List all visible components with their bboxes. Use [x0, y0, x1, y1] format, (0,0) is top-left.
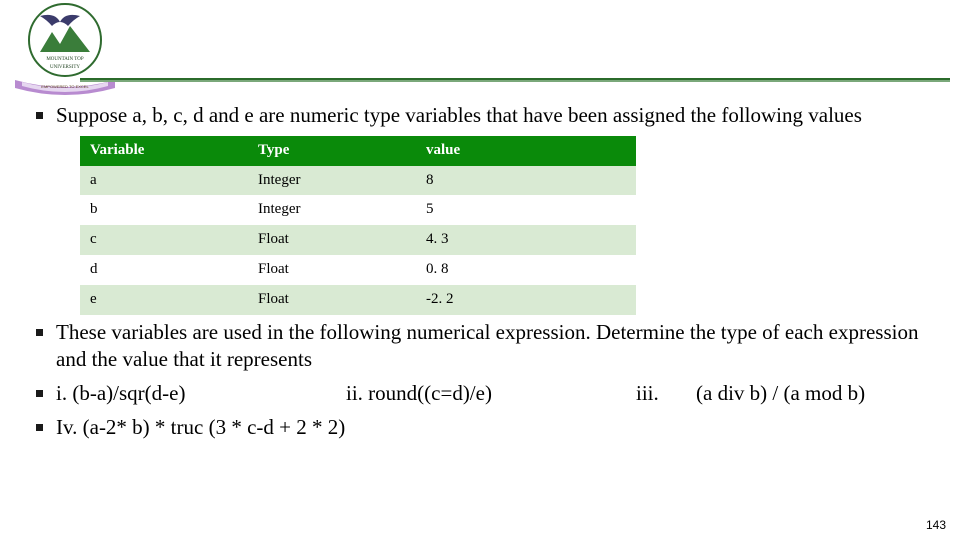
bullet-expressions-line: i. (b-a)/sqr(d-e) ii. round((c=d)/e) iii… — [22, 380, 938, 408]
table-row: d Float 0. 8 — [80, 255, 636, 285]
bullet-icon — [22, 380, 56, 408]
bullet-icon — [22, 319, 56, 374]
expression-i: i. (b-a)/sqr(d-e) — [56, 380, 346, 408]
table-row: c Float 4. 3 — [80, 225, 636, 255]
logo-ribbon-text: EMPOWERED TO EXCEL — [41, 84, 89, 89]
logo-text-bottom: UNIVERSITY — [50, 65, 80, 70]
header-value: value — [416, 136, 636, 166]
cell-value: 0. 8 — [416, 255, 636, 285]
cell-value: 4. 3 — [416, 225, 636, 255]
university-logo: MOUNTAIN TOP UNIVERSITY EMPOWERED TO EXC… — [10, 2, 120, 97]
expression-iii: (a div b) / (a mod b) — [696, 380, 938, 408]
cell-type: Integer — [248, 195, 416, 225]
bullet-intro: Suppose a, b, c, d and e are numeric typ… — [22, 102, 938, 130]
cell-type: Float — [248, 285, 416, 315]
table-header-row: Variable Type value — [80, 136, 636, 166]
bullet-icon — [22, 102, 56, 130]
cell-type: Float — [248, 255, 416, 285]
bullet-intro-text: Suppose a, b, c, d and e are numeric typ… — [56, 102, 938, 130]
cell-value: 8 — [416, 166, 636, 196]
cell-variable: b — [80, 195, 248, 225]
bullet-icon — [22, 414, 56, 442]
expression-iv: Iv. (a-2* b) * truc (3 * c-d + 2 * 2) — [56, 414, 938, 442]
cell-variable: e — [80, 285, 248, 315]
expression-ii: ii. round((c=d)/e) — [346, 380, 636, 408]
variables-table: Variable Type value a Integer 8 b Intege… — [80, 136, 636, 315]
page-number: 143 — [926, 518, 946, 532]
variables-table-wrap: Variable Type value a Integer 8 b Intege… — [80, 136, 938, 315]
header-type: Type — [248, 136, 416, 166]
cell-variable: c — [80, 225, 248, 255]
slide-header: MOUNTAIN TOP UNIVERSITY EMPOWERED TO EXC… — [0, 0, 960, 90]
cell-type: Float — [248, 225, 416, 255]
cell-variable: d — [80, 255, 248, 285]
cell-variable: a — [80, 166, 248, 196]
bullet-after-table: These variables are used in the followin… — [22, 319, 938, 374]
table-row: e Float -2. 2 — [80, 285, 636, 315]
bullet-after-table-text: These variables are used in the followin… — [56, 319, 938, 374]
cell-type: Integer — [248, 166, 416, 196]
header-divider — [80, 78, 950, 82]
slide-content: Suppose a, b, c, d and e are numeric typ… — [0, 90, 960, 441]
bullet-expression-iv: Iv. (a-2* b) * truc (3 * c-d + 2 * 2) — [22, 414, 938, 442]
cell-value: -2. 2 — [416, 285, 636, 315]
logo-text-top: MOUNTAIN TOP — [46, 57, 84, 62]
cell-value: 5 — [416, 195, 636, 225]
expression-iii-label: iii. — [636, 380, 696, 408]
table-row: b Integer 5 — [80, 195, 636, 225]
table-row: a Integer 8 — [80, 166, 636, 196]
header-variable: Variable — [80, 136, 248, 166]
